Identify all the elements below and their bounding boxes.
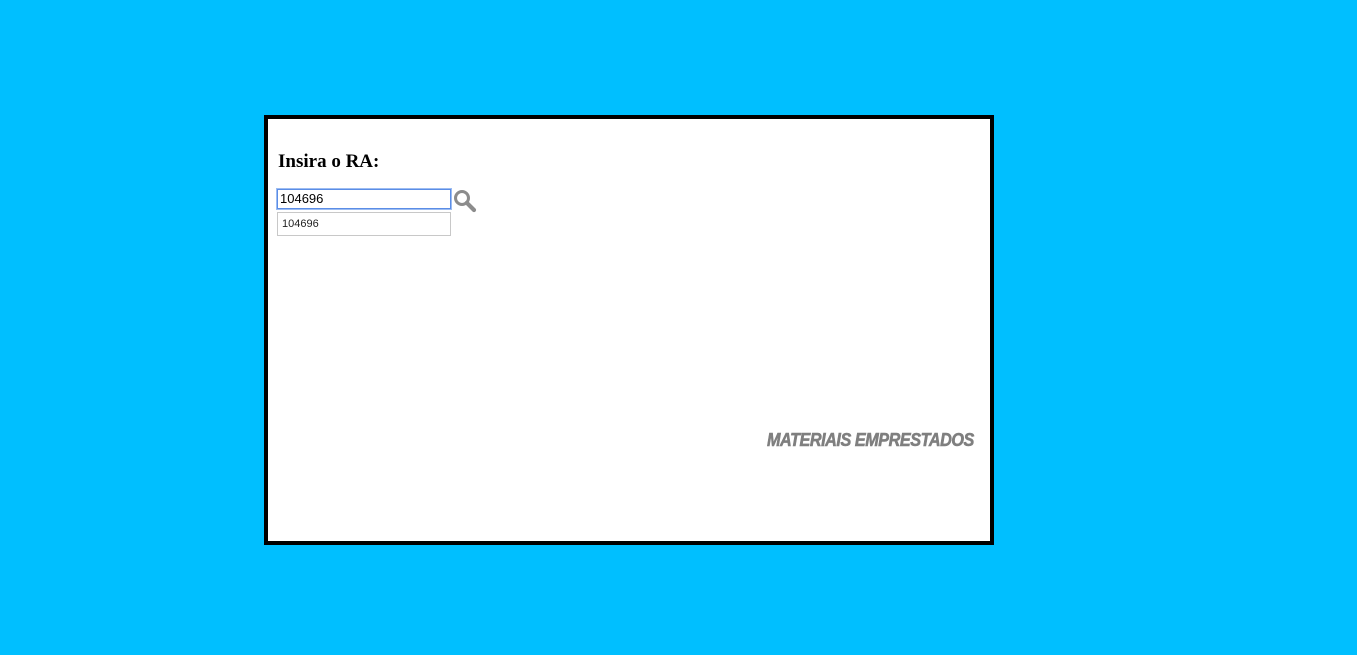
ra-input[interactable] <box>277 189 451 209</box>
search-button[interactable] <box>452 188 478 214</box>
autocomplete-option[interactable]: 104696 <box>278 213 450 235</box>
ra-label: Insira o RA: <box>278 151 380 172</box>
search-icon <box>454 190 477 213</box>
materiais-emprestados-link[interactable]: MATERIAIS EMPRESTADOS <box>767 430 975 451</box>
autocomplete-dropdown: 104696 <box>277 212 451 236</box>
search-panel: Insira o RA: 104696 MATERIAIS EMPRESTADO… <box>264 115 994 545</box>
